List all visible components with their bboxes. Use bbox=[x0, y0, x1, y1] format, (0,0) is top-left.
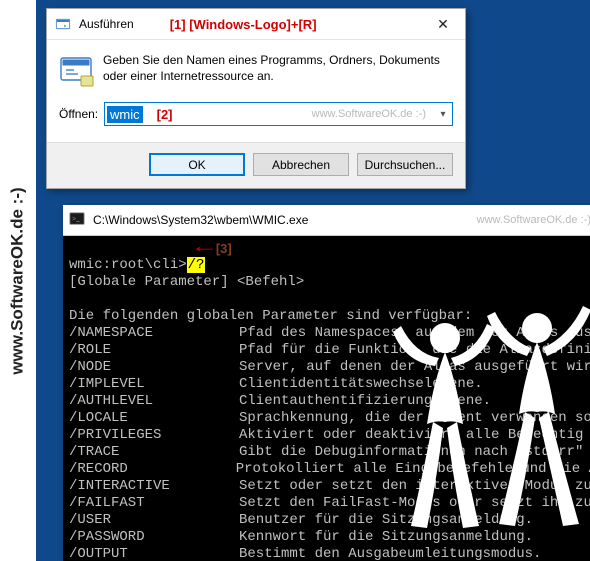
console-intro-line: Die folgenden globalen Parameter sind ve… bbox=[69, 308, 472, 324]
param-name: /PRIVILEGES bbox=[69, 427, 239, 444]
param-desc: Clientauthentifizierungsebene. bbox=[239, 393, 491, 410]
param-desc: Clientidentitätswechselebene. bbox=[239, 376, 483, 393]
param-desc: Bestimmt den Ausgabeumleitungsmodus. bbox=[239, 546, 541, 561]
param-row: /PASSWORDKennwort für die Sitzungsanmeld… bbox=[69, 529, 590, 546]
console-window: >_ C:\Windows\System32\wbem\WMIC.exe www… bbox=[63, 205, 590, 561]
console-command: /? bbox=[187, 257, 206, 273]
param-row: /ROLEPfad für die Funktion, die die Alia… bbox=[69, 342, 590, 359]
param-desc: Pfad des Namespaces, auf dem der Alias a… bbox=[239, 325, 590, 342]
param-row: /TRACEGibt die Debuginformationen nach "… bbox=[69, 444, 590, 461]
param-name: /AUTHLEVEL bbox=[69, 393, 239, 410]
param-name: /RECORD bbox=[69, 461, 236, 478]
chevron-down-icon[interactable]: ▾ bbox=[434, 103, 452, 125]
param-row: /FAILFASTSetzt den FailFast-Modus oder s… bbox=[69, 495, 590, 512]
param-row: /NAMESPACEPfad des Namespaces, auf dem d… bbox=[69, 325, 590, 342]
browse-button[interactable]: Durchsuchen... bbox=[357, 153, 453, 176]
close-button[interactable]: ✕ bbox=[421, 9, 465, 39]
open-label: Öffnen: bbox=[59, 107, 104, 121]
param-name: /INTERACTIVE bbox=[69, 478, 239, 495]
param-name: /ROLE bbox=[69, 342, 239, 359]
param-name: /NAMESPACE bbox=[69, 325, 239, 342]
param-name: /NODE bbox=[69, 359, 239, 376]
cancel-button[interactable]: Abbrechen bbox=[253, 153, 349, 176]
param-desc: Aktiviert oder deaktiviert alle Berechti… bbox=[239, 427, 583, 444]
param-row: /USERBenutzer für die Sitzungsanmeldung. bbox=[69, 512, 590, 529]
console-app-icon: >_ bbox=[69, 211, 87, 229]
param-name: /USER bbox=[69, 512, 239, 529]
param-desc: Benutzer für die Sitzungsanmeldung. bbox=[239, 512, 533, 529]
param-row: /IMPLEVELClientidentitätswechselebene. bbox=[69, 376, 590, 393]
console-header-line: [Globale Parameter] <Befehl> bbox=[69, 274, 304, 290]
inline-watermark: www.SoftwareOK.de :-) bbox=[312, 108, 426, 120]
run-large-icon bbox=[59, 52, 95, 88]
annotation-2: [2] bbox=[157, 107, 173, 122]
run-dialog: Ausführen [1] [Windows-Logo]+[R] ✕ bbox=[46, 8, 466, 189]
param-desc: Server, auf denen der Alias ausgeführt w… bbox=[239, 359, 590, 376]
run-dialog-title: Ausführen bbox=[79, 17, 134, 31]
annotation-1: [1] [Windows-Logo]+[R] bbox=[170, 17, 317, 32]
vertical-watermark: www.SoftwareOK.de :-) bbox=[0, 0, 36, 561]
command-combobox[interactable]: wmic [2] www.SoftwareOK.de :-) ▾ bbox=[104, 102, 453, 126]
console-title-watermark: www.SoftwareOK.de :-) bbox=[477, 214, 590, 226]
param-desc: Pfad für die Funktion, die die Aliasdefi… bbox=[239, 342, 590, 359]
console-titlebar[interactable]: >_ C:\Windows\System32\wbem\WMIC.exe www… bbox=[63, 205, 590, 236]
console-title: C:\Windows\System32\wbem\WMIC.exe bbox=[93, 213, 308, 227]
param-row: /NODEServer, auf denen der Alias ausgefü… bbox=[69, 359, 590, 376]
desktop-background: Ausführen [1] [Windows-Logo]+[R] ✕ bbox=[36, 0, 590, 561]
param-name: /LOCALE bbox=[69, 410, 239, 427]
param-row: /OUTPUTBestimmt den Ausgabeumleitungsmod… bbox=[69, 546, 590, 561]
run-app-icon bbox=[53, 14, 73, 34]
param-row: /LOCALESprachkennung, die der Client ver… bbox=[69, 410, 590, 427]
param-row: /PRIVILEGESAktiviert oder deaktiviert al… bbox=[69, 427, 590, 444]
param-row: /RECORDProtokolliert alle Eingabebefehle… bbox=[69, 461, 590, 478]
param-desc: Gibt die Debuginformationen nach "stderr… bbox=[239, 444, 583, 461]
param-desc: Protokolliert alle Eingabebefehle und di… bbox=[236, 461, 590, 478]
command-text-selected: wmic bbox=[107, 106, 143, 123]
console-prompt: wmic:root\cli> bbox=[69, 257, 187, 273]
param-name: /FAILFAST bbox=[69, 495, 239, 512]
param-desc: Sprachkennung, die der Client verwenden … bbox=[239, 410, 590, 427]
param-desc: Setzt oder setzt den interaktiven Modus … bbox=[239, 478, 590, 495]
param-row: /AUTHLEVELClientauthentifizierungsebene. bbox=[69, 393, 590, 410]
param-name: /PASSWORD bbox=[69, 529, 239, 546]
close-icon: ✕ bbox=[437, 16, 449, 33]
annotation-3-wrap: ← [3] bbox=[199, 240, 232, 257]
svg-text:>_: >_ bbox=[72, 215, 80, 223]
arrow-left-icon: ← bbox=[196, 240, 213, 257]
param-name: /OUTPUT bbox=[69, 546, 239, 561]
param-name: /TRACE bbox=[69, 444, 239, 461]
param-desc: Setzt den FailFast-Modus oder setzt ihn … bbox=[239, 495, 590, 512]
console-output[interactable]: wmic:root\cli>/? [Globale Parameter] <Be… bbox=[63, 236, 590, 561]
run-dialog-description: Geben Sie den Namen eines Programms, Ord… bbox=[103, 52, 453, 84]
annotation-3: [3] bbox=[216, 240, 232, 257]
watermark-text: www.SoftwareOK.de :-) bbox=[8, 187, 28, 374]
param-desc: Kennwort für die Sitzungsanmeldung. bbox=[239, 529, 533, 546]
run-dialog-titlebar[interactable]: Ausführen [1] [Windows-Logo]+[R] ✕ bbox=[47, 9, 465, 40]
ok-button[interactable]: OK bbox=[149, 153, 245, 176]
param-row: /INTERACTIVESetzt oder setzt den interak… bbox=[69, 478, 590, 495]
param-name: /IMPLEVEL bbox=[69, 376, 239, 393]
